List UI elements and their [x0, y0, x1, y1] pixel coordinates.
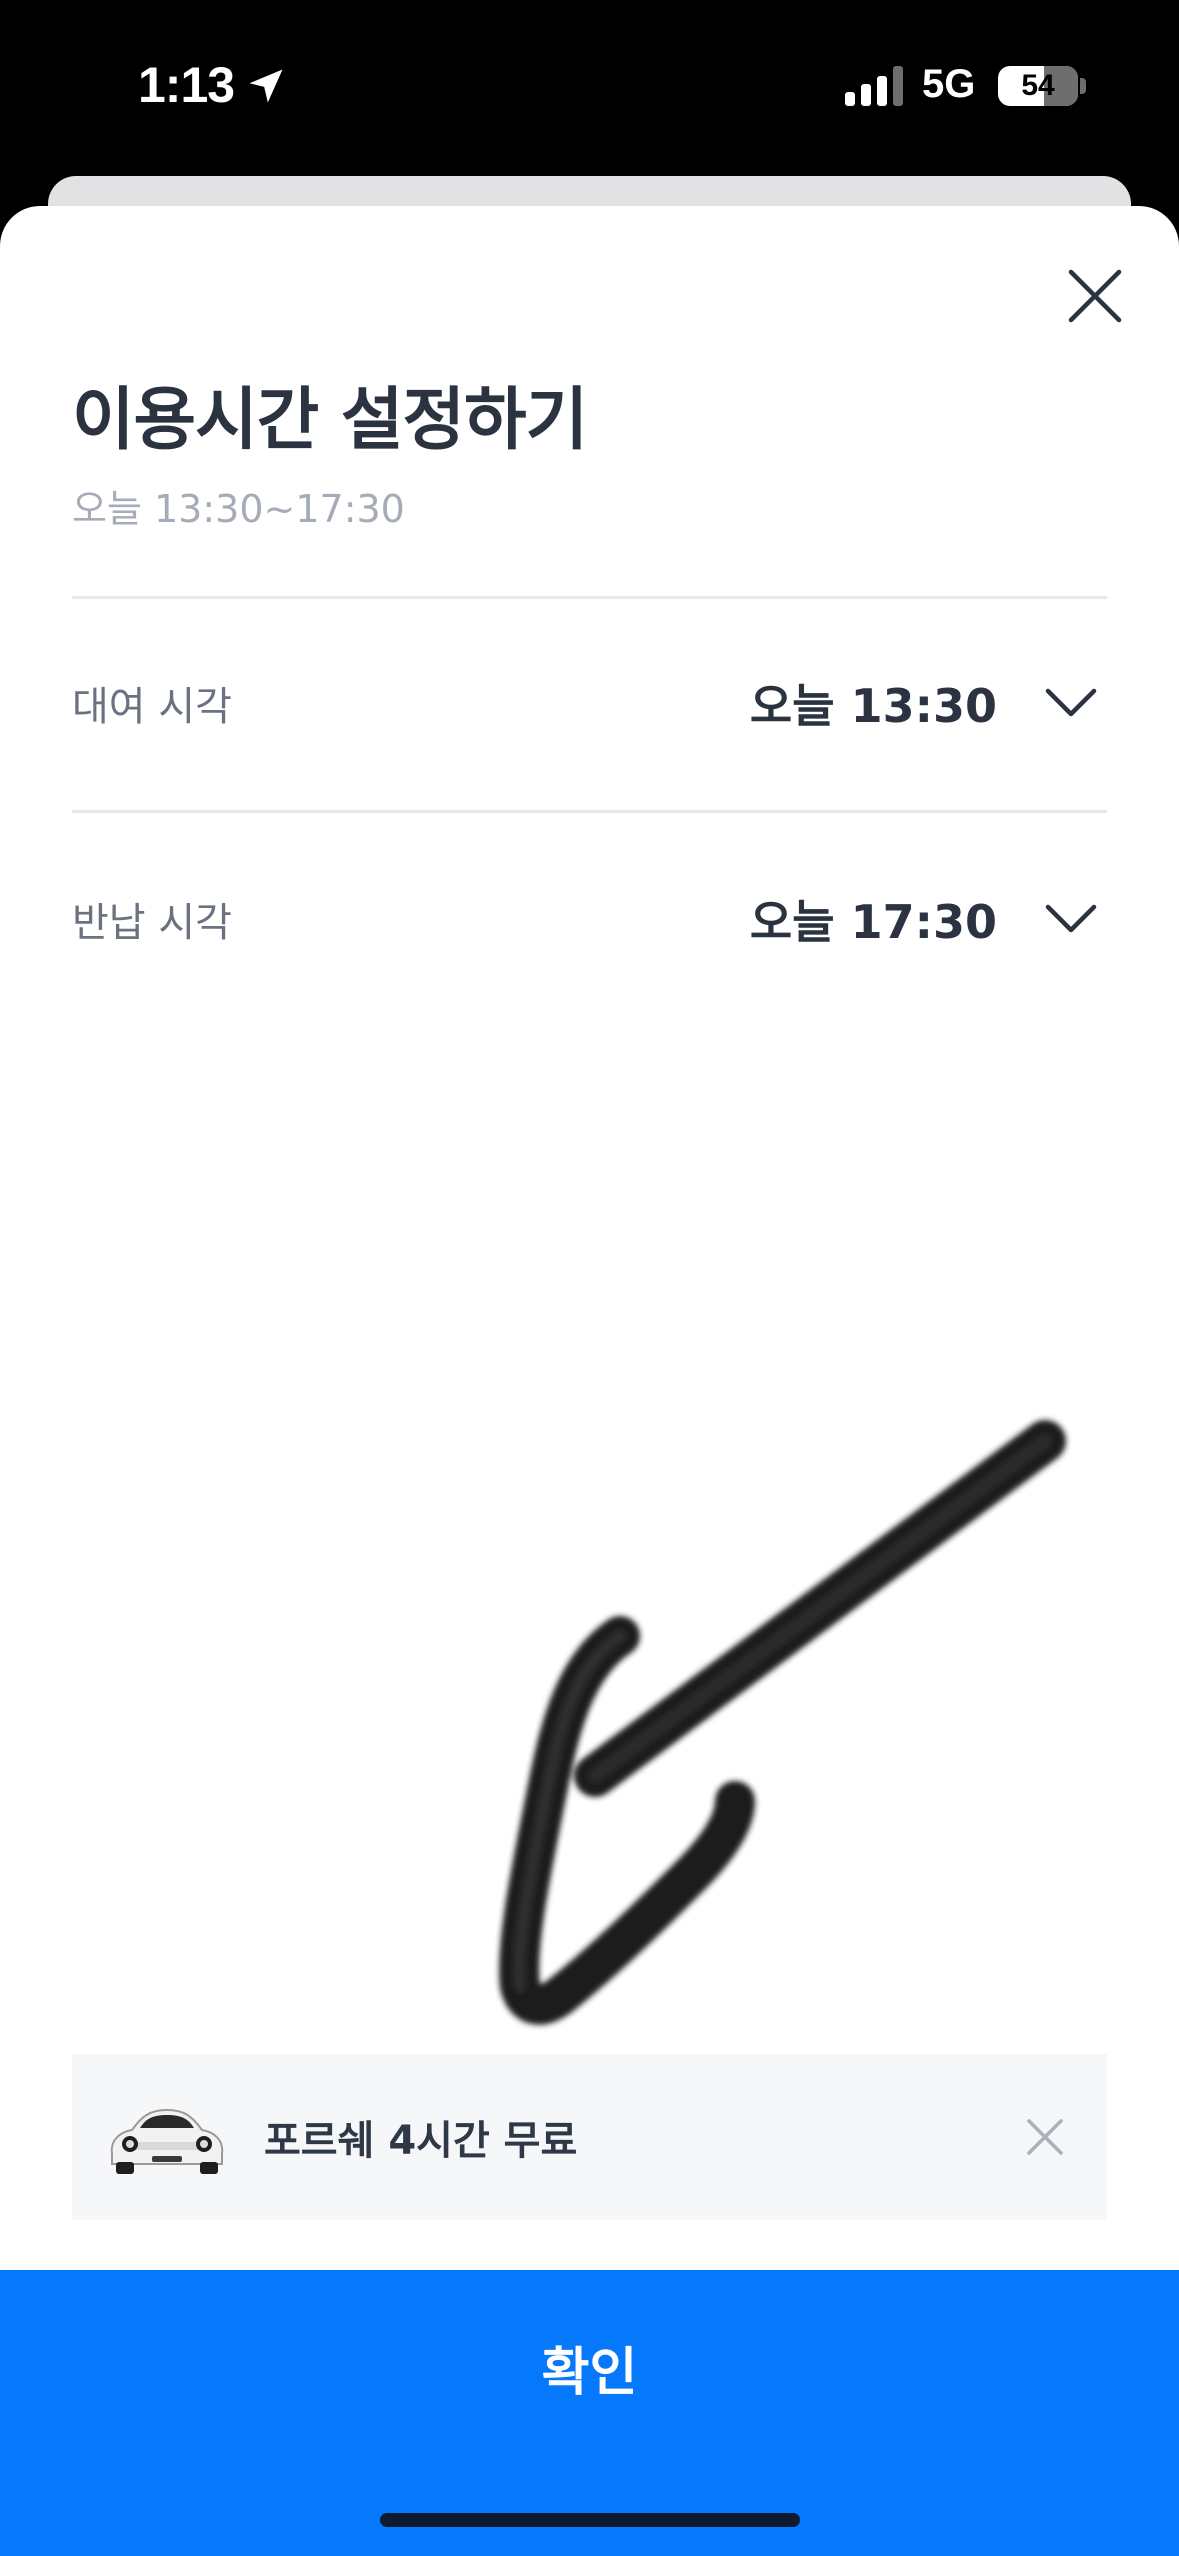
battery-icon: 54	[998, 66, 1078, 106]
network-label: 5G	[922, 62, 976, 106]
confirm-label: 확인	[541, 2343, 638, 2403]
close-icon[interactable]	[1023, 2115, 1067, 2159]
time-setting-sheet: 이용시간 설정하기 오늘 13:30~17:30 대여 시각 오늘 13:30 …	[0, 206, 1179, 2556]
battery-level: 54	[1021, 69, 1055, 102]
promo-text: 포르쉐 4시간 무료	[264, 2118, 578, 2164]
home-indicator	[380, 2513, 800, 2527]
car-image	[110, 2108, 224, 2174]
status-time: 1:13	[138, 57, 235, 113]
signal-icon	[845, 66, 903, 106]
location-arrow-icon	[249, 69, 283, 103]
status-bar: 1:13 5G 54	[0, 0, 1179, 175]
promo-banner[interactable]: 포르쉐 4시간 무료	[72, 2054, 1107, 2220]
battery-tip	[1080, 78, 1086, 94]
